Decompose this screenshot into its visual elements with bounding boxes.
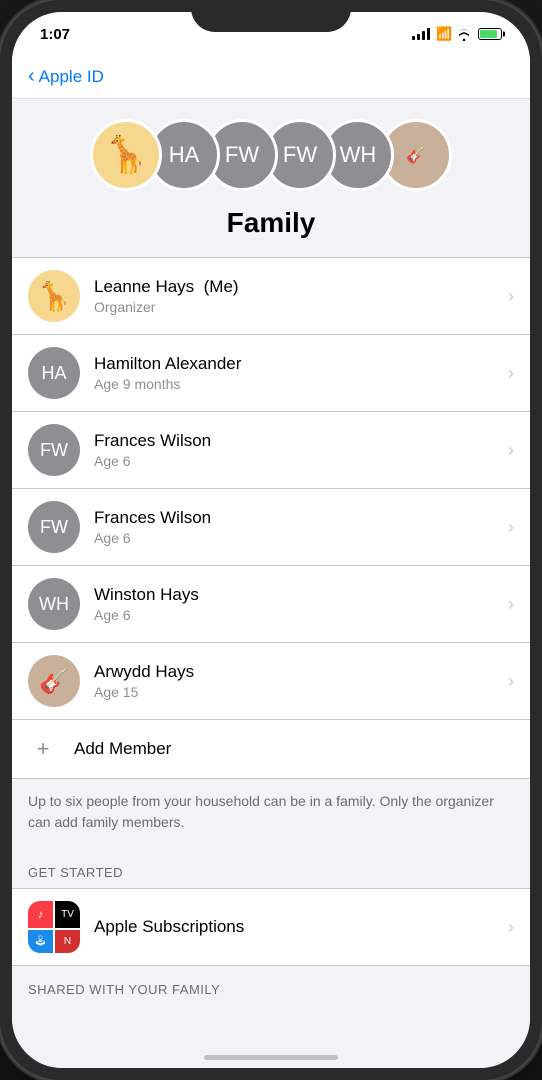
wifi-icon: 📶 bbox=[436, 26, 472, 42]
info-text: Up to six people from your household can… bbox=[12, 779, 530, 845]
chevron-right-icon-frances2: › bbox=[508, 517, 514, 538]
member-avatar-frances2: FW bbox=[28, 501, 80, 553]
member-item-frances2[interactable]: FW Frances Wilson Age 6 › bbox=[12, 489, 530, 566]
tv-icon: TV bbox=[55, 901, 80, 928]
music-icon: ♪ bbox=[28, 901, 53, 928]
back-chevron-icon: ‹ bbox=[28, 65, 35, 88]
member-name-leanne: Leanne Hays (Me) bbox=[94, 277, 508, 297]
notch bbox=[191, 0, 351, 32]
chevron-right-icon-hamilton: › bbox=[508, 363, 514, 384]
avatar-initials-winston: WH bbox=[340, 142, 377, 168]
back-label: Apple ID bbox=[39, 67, 104, 87]
member-list: 🦒 Leanne Hays (Me) Organizer › HA Hamilt… bbox=[12, 257, 530, 720]
chevron-right-subscription: › bbox=[508, 917, 514, 938]
phone-screen: 1:07 📶 bbox=[12, 12, 530, 1068]
apple-subscriptions-item[interactable]: ♪ TV 🕹 N Apple Subscriptions › bbox=[12, 888, 530, 966]
phone-frame: 1:07 📶 bbox=[0, 0, 542, 1080]
chevron-right-icon-leanne: › bbox=[508, 286, 514, 307]
battery-icon bbox=[478, 28, 502, 40]
arcade-icon: 🕹 bbox=[28, 930, 53, 954]
shared-header: SHARED WITH YOUR FAMILY bbox=[12, 966, 530, 1005]
status-time: 1:07 bbox=[40, 26, 70, 43]
avatar-initials-frances1: FW bbox=[225, 142, 259, 168]
nav-bar: ‹ Apple ID bbox=[12, 56, 530, 99]
member-avatar-leanne: 🦒 bbox=[28, 270, 80, 322]
add-member-button[interactable]: + Add Member bbox=[12, 720, 530, 779]
add-member-label: Add Member bbox=[74, 739, 171, 759]
news-icon: N bbox=[55, 930, 80, 954]
member-info-hamilton: Hamilton Alexander Age 9 months bbox=[94, 354, 508, 392]
member-item-arwydd[interactable]: 🎸 Arwydd Hays Age 15 › bbox=[12, 643, 530, 719]
status-icons: 📶 bbox=[412, 26, 502, 42]
content-area[interactable]: ‹ Apple ID 🦒 HA FW bbox=[12, 56, 530, 1068]
member-info-arwydd: Arwydd Hays Age 15 bbox=[94, 662, 508, 700]
avatar-row: 🦒 HA FW FW WH bbox=[90, 119, 452, 191]
member-name-winston: Winston Hays bbox=[94, 585, 508, 605]
chevron-right-icon-arwydd: › bbox=[508, 671, 514, 692]
member-avatar-hamilton: HA bbox=[28, 347, 80, 399]
member-name-arwydd: Arwydd Hays bbox=[94, 662, 508, 682]
member-info-winston: Winston Hays Age 6 bbox=[94, 585, 508, 623]
avatar-initials-frances2: FW bbox=[283, 142, 317, 168]
home-indicator bbox=[204, 1055, 338, 1060]
member-item-frances1[interactable]: FW Frances Wilson Age 6 › bbox=[12, 412, 530, 489]
add-icon: + bbox=[28, 734, 58, 764]
member-name-frances2: Frances Wilson bbox=[94, 508, 508, 528]
family-title: Family bbox=[227, 207, 316, 239]
family-header: 🦒 HA FW FW WH bbox=[12, 99, 530, 257]
member-detail-frances2: Age 6 bbox=[94, 530, 508, 546]
signal-bars-icon bbox=[412, 28, 430, 40]
member-detail-frances1: Age 6 bbox=[94, 453, 508, 469]
member-item-leanne[interactable]: 🦒 Leanne Hays (Me) Organizer › bbox=[12, 258, 530, 335]
member-detail-arwydd: Age 15 bbox=[94, 684, 508, 700]
member-item-hamilton[interactable]: HA Hamilton Alexander Age 9 months › bbox=[12, 335, 530, 412]
member-detail-hamilton: Age 9 months bbox=[94, 376, 508, 392]
member-info-leanne: Leanne Hays (Me) Organizer bbox=[94, 277, 508, 315]
chevron-right-icon-winston: › bbox=[508, 594, 514, 615]
avatar-leanne[interactable]: 🦒 bbox=[90, 119, 162, 191]
avatar-initials-hamilton: HA bbox=[169, 142, 200, 168]
chevron-right-icon-frances1: › bbox=[508, 440, 514, 461]
member-item-winston[interactable]: WH Winston Hays Age 6 › bbox=[12, 566, 530, 643]
get-started-header: GET STARTED bbox=[12, 845, 530, 888]
member-info-frances1: Frances Wilson Age 6 bbox=[94, 431, 508, 469]
subscription-icon: ♪ TV 🕹 N bbox=[28, 901, 80, 953]
back-button[interactable]: ‹ Apple ID bbox=[28, 66, 104, 88]
member-name-hamilton: Hamilton Alexander bbox=[94, 354, 508, 374]
member-name-frances1: Frances Wilson bbox=[94, 431, 508, 451]
subscription-name: Apple Subscriptions bbox=[94, 917, 508, 937]
member-detail-winston: Age 6 bbox=[94, 607, 508, 623]
member-info-frances2: Frances Wilson Age 6 bbox=[94, 508, 508, 546]
member-avatar-frances1: FW bbox=[28, 424, 80, 476]
member-avatar-arwydd: 🎸 bbox=[28, 655, 80, 707]
member-detail-leanne: Organizer bbox=[94, 299, 508, 315]
member-avatar-winston: WH bbox=[28, 578, 80, 630]
